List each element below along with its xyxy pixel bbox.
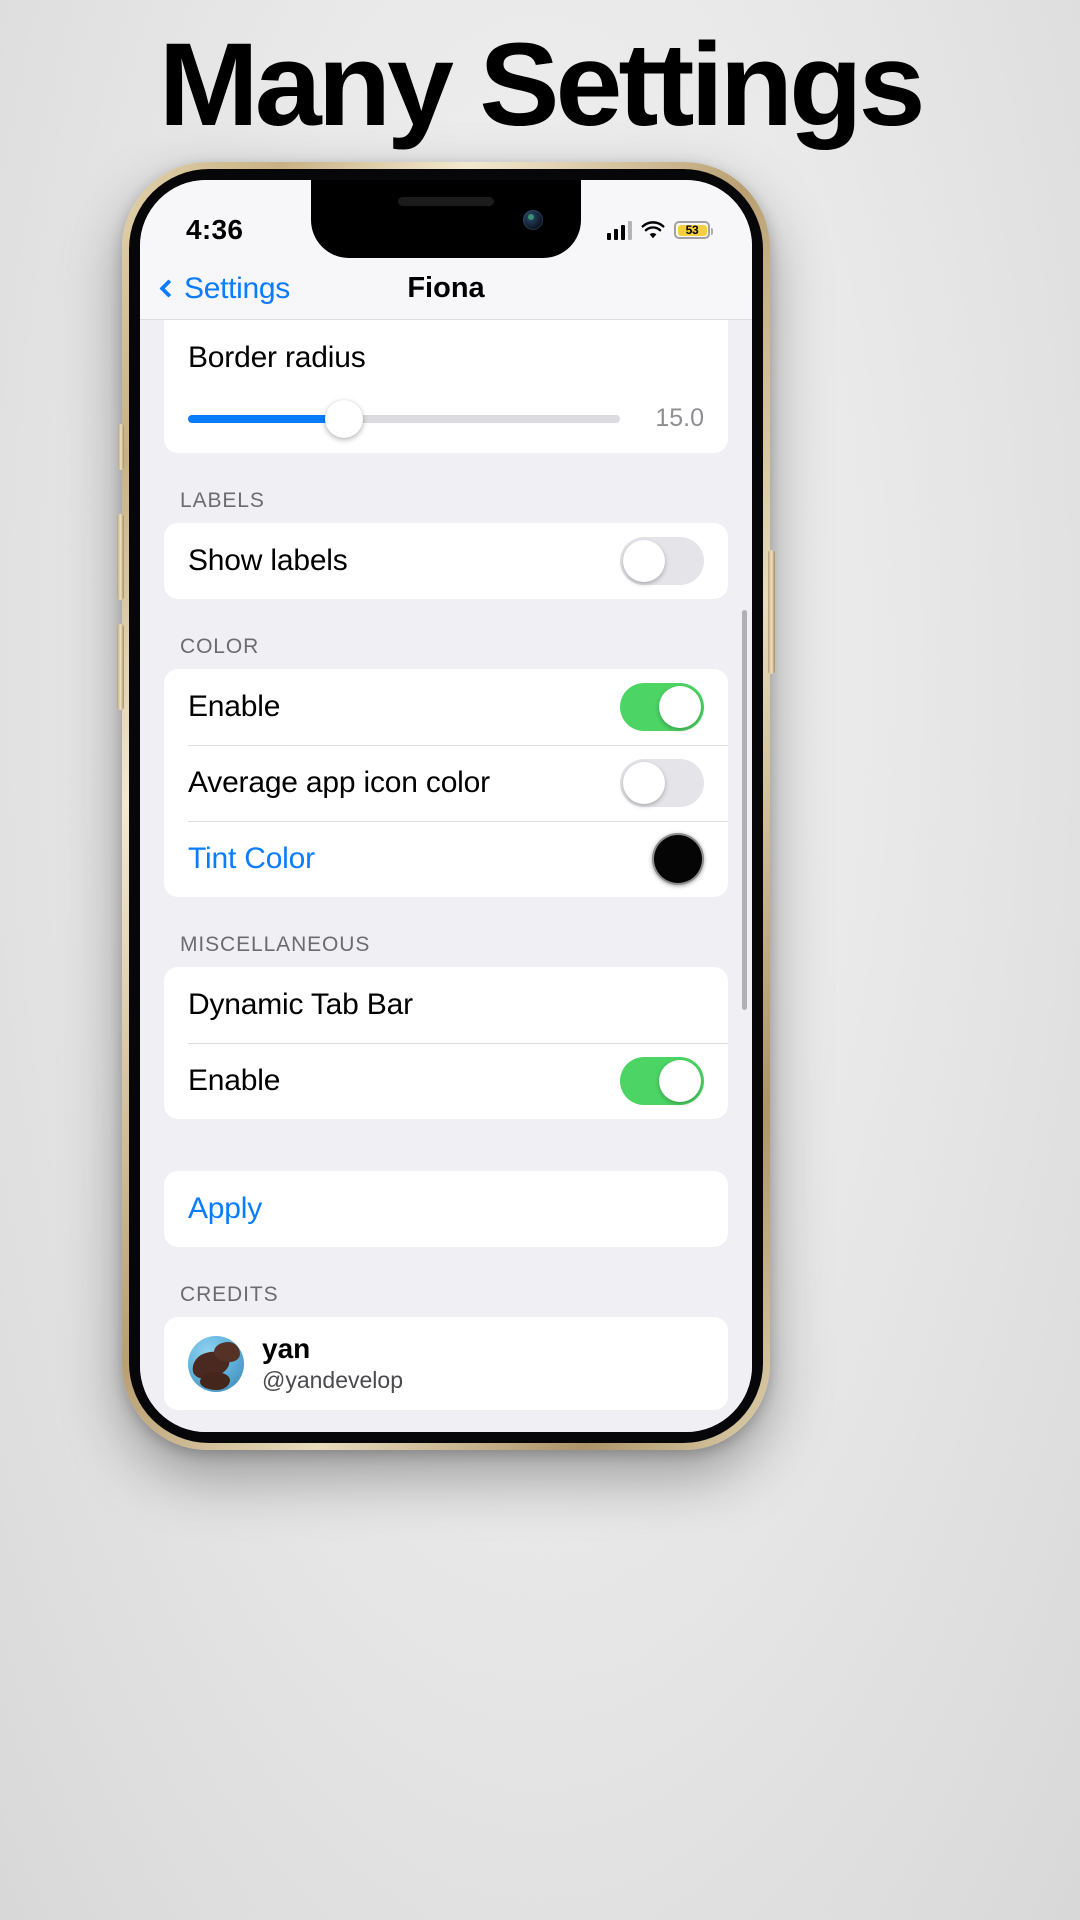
slider-knob[interactable] [324,399,363,438]
color-enable-toggle[interactable] [620,683,704,731]
row-dynamic-tab-bar[interactable]: Dynamic Tab Bar [164,967,728,1043]
row-label: Border radius [188,341,366,374]
border-radius-slider-row[interactable]: 15.0 [164,396,728,453]
phone-screen: 4:36 53 Settings Fiona Border radius 15.… [140,180,752,1432]
apply-button-label: Apply [188,1192,263,1225]
row-label: Average app icon color [188,766,490,799]
row-credits[interactable]: yan @yandevelop [164,1317,728,1410]
average-app-icon-color-toggle[interactable] [620,759,704,807]
row-show-labels[interactable]: Show labels [164,523,728,599]
row-color-enable[interactable]: Enable [164,669,728,745]
tint-color-swatch[interactable] [652,833,704,885]
page-title: Many Settings [158,19,926,151]
toggle-knob [623,762,665,804]
scroll-indicator[interactable] [742,610,747,1010]
group-labels: Show labels [164,523,728,599]
group-apply: Apply [164,1171,728,1247]
slider-value: 15.0 [655,404,704,432]
dynamic-tab-bar-enable-toggle[interactable] [620,1057,704,1105]
row-label: Show labels [188,544,348,577]
battery-icon: 53 [674,221,713,239]
status-icons: 53 [606,220,713,240]
toggle-knob [659,686,701,728]
group-credits: yan @yandevelop [164,1317,728,1410]
avatar [188,1335,244,1392]
credit-text: yan @yandevelop [262,1333,403,1394]
notch [311,180,581,258]
row-label: Tint Color [188,842,315,875]
navigation-bar: Settings Fiona [140,258,752,320]
show-labels-toggle[interactable] [620,537,704,585]
credit-name: yan [262,1333,311,1364]
back-button[interactable]: Settings [159,271,290,306]
battery-percent: 53 [685,223,699,237]
section-header-labels: LABELS [180,489,265,512]
row-border-radius[interactable]: Border radius [164,320,728,396]
slider-fill [188,414,344,423]
toggle-knob [623,540,665,582]
volume-up-button[interactable] [117,514,124,600]
toggle-knob [659,1060,701,1102]
section-header-miscellaneous: MISCELLANEOUS [180,933,371,956]
front-camera-icon [523,210,543,230]
cellular-signal-icon [606,220,632,240]
group-miscellaneous: Dynamic Tab Bar Enable [164,967,728,1119]
phone-mockup: 4:36 53 Settings Fiona Border radius 15.… [117,162,775,1450]
section-header-credits: CREDITS [180,1283,279,1306]
chevron-left-icon [159,279,178,298]
volume-down-button[interactable] [117,624,124,710]
group-color: Enable Average app icon color Tint Color [164,669,728,897]
settings-list[interactable]: Border radius 15.0 LABELS Show labels CO… [140,320,752,1432]
row-dynamic-tab-bar-enable[interactable]: Enable [164,1043,728,1119]
power-button[interactable] [768,550,775,674]
row-tint-color[interactable]: Tint Color [164,821,728,897]
status-time: 4:36 [186,214,244,245]
row-average-app-icon-color[interactable]: Average app icon color [164,745,728,821]
mute-switch[interactable] [118,424,124,470]
wifi-icon [641,220,665,240]
row-label: Enable [188,1064,281,1097]
earpiece-speaker [398,197,494,206]
row-apply[interactable]: Apply [164,1171,728,1247]
border-radius-slider[interactable] [188,399,620,438]
row-label: Enable [188,690,281,723]
back-button-label: Settings [184,271,290,305]
group-border-radius: Border radius 15.0 [164,320,728,453]
credit-handle: @yandevelop [262,1367,403,1393]
section-header-color: COLOR [180,635,260,658]
row-label: Dynamic Tab Bar [188,988,413,1021]
